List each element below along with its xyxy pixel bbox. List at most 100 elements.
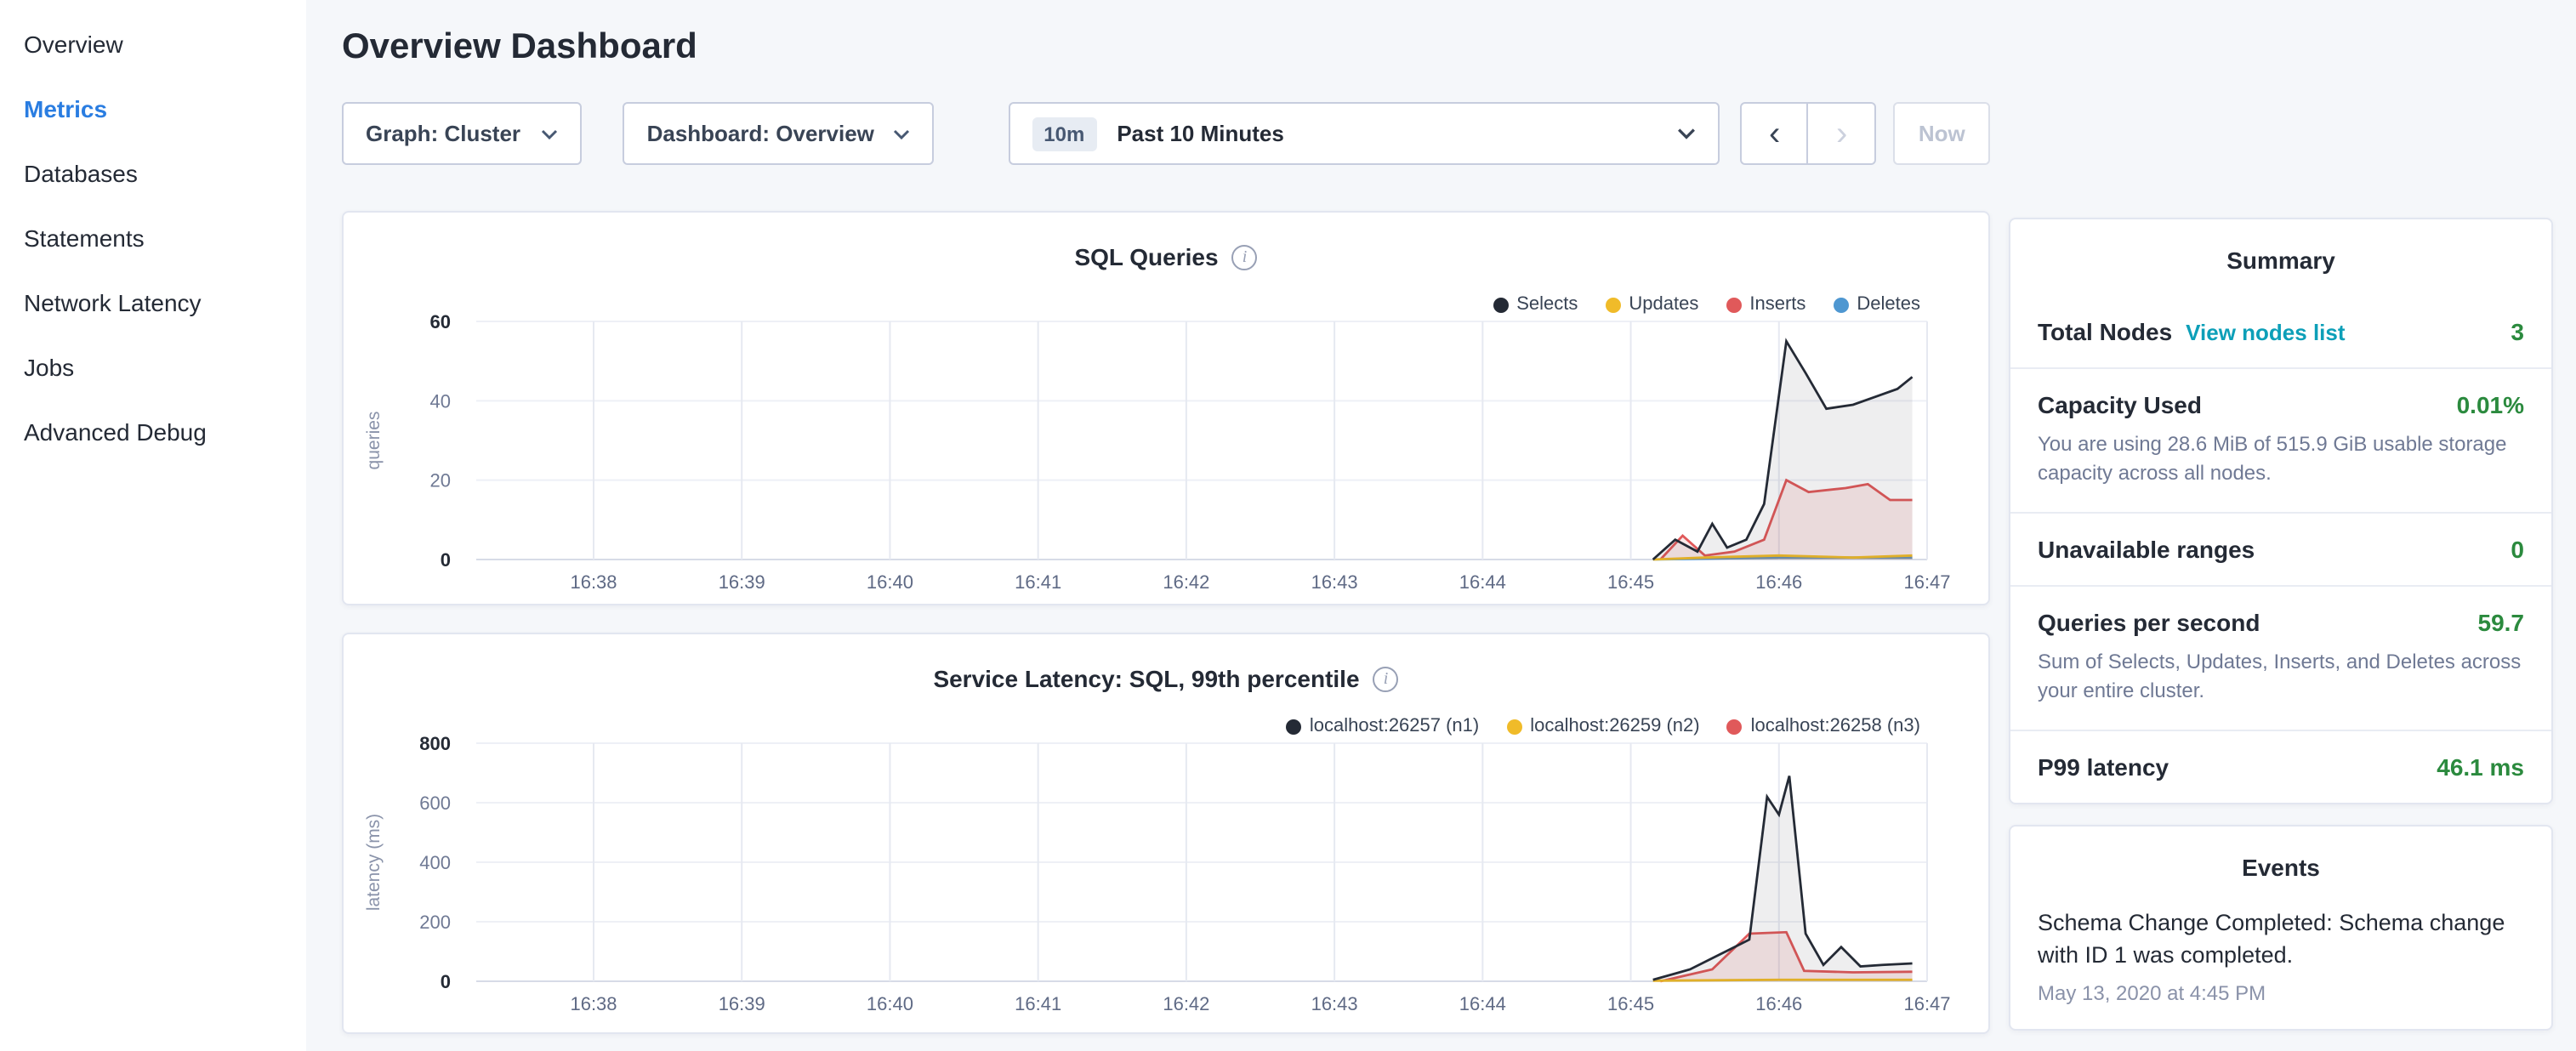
events-title: Events — [2010, 826, 2551, 902]
svg-text:200: 200 — [419, 912, 451, 933]
chevron-down-icon — [1678, 128, 1697, 139]
chevron-left-icon: ‹ — [1769, 116, 1780, 151]
summary-panel: Summary Total Nodes View nodes list 3 Ca… — [2009, 218, 2553, 804]
svg-text:16:40: 16:40 — [867, 571, 913, 593]
svg-text:queries: queries — [364, 412, 384, 470]
svg-text:16:40: 16:40 — [867, 993, 913, 1014]
legend-dot-icon — [1833, 297, 1848, 312]
summary-row-queries-per-second: Queries per second 59.7 Sum of Selects, … — [2010, 585, 2551, 730]
event-timestamp: May 13, 2020 at 4:45 PM — [2038, 980, 2524, 1004]
graph-scope-label: Graph: Cluster — [366, 121, 520, 146]
legend-dot-icon — [1286, 719, 1301, 734]
svg-text:0: 0 — [441, 549, 451, 571]
legend-dot-icon — [1605, 297, 1620, 312]
svg-text:60: 60 — [430, 311, 451, 332]
summary-row-total-nodes: Total Nodes View nodes list 3 — [2010, 296, 2551, 367]
legend-dot-icon — [1726, 297, 1741, 312]
summary-label: P99 latency — [2038, 753, 2169, 780]
summary-value: 46.1 ms — [2437, 753, 2524, 780]
svg-text:latency (ms): latency (ms) — [364, 814, 384, 911]
legend-dot-icon — [1727, 719, 1743, 734]
summary-label: Unavailable ranges — [2038, 536, 2255, 563]
summary-row-unavailable-ranges: Unavailable ranges 0 — [2010, 512, 2551, 585]
toolbar: Graph: Cluster Dashboard: Overview 10m P… — [342, 102, 1990, 165]
summary-label: Capacity Used — [2038, 391, 2202, 418]
sidebar-item-advanced-debug[interactable]: Advanced Debug — [0, 400, 306, 464]
summary-row-capacity-used: Capacity Used 0.01% You are using 28.6 M… — [2010, 367, 2551, 512]
info-icon[interactable] — [1373, 666, 1399, 691]
svg-text:400: 400 — [419, 852, 451, 873]
main-content: Overview Dashboard Graph: Cluster Dashbo… — [306, 0, 1990, 1051]
sidebar-item-metrics[interactable]: Metrics — [0, 77, 306, 141]
svg-text:16:41: 16:41 — [1015, 993, 1061, 1014]
svg-text:16:45: 16:45 — [1607, 993, 1654, 1014]
summary-value: 0 — [2511, 536, 2524, 563]
service-latency-plot: 0 200 400 600 800 16:38 16:39 16:40 16:41 16:42 16… — [344, 733, 1990, 1025]
time-step-buttons: ‹ › — [1741, 102, 1877, 165]
events-panel: Events Schema Change Completed: Schema c… — [2009, 824, 2553, 1030]
svg-text:16:42: 16:42 — [1163, 571, 1209, 593]
svg-text:0: 0 — [441, 971, 451, 992]
svg-text:16:43: 16:43 — [1311, 571, 1358, 593]
view-nodes-link[interactable]: View nodes list — [2186, 320, 2345, 345]
sidebar-item-jobs[interactable]: Jobs — [0, 335, 306, 400]
summary-value: 59.7 — [2478, 609, 2525, 636]
svg-text:16:39: 16:39 — [719, 993, 765, 1014]
svg-text:600: 600 — [419, 793, 451, 814]
chart-title: SQL Queries — [1074, 243, 1218, 270]
dashboard-dropdown[interactable]: Dashboard: Overview — [623, 102, 934, 165]
now-button[interactable]: Now — [1894, 102, 1990, 165]
sidebar-item-statements[interactable]: Statements — [0, 206, 306, 270]
legend-dot-icon — [1506, 719, 1521, 734]
legend-dot-icon — [1493, 297, 1508, 312]
svg-text:16:46: 16:46 — [1755, 571, 1802, 593]
page-title: Overview Dashboard — [342, 27, 1990, 68]
service-latency-chart-card: Service Latency: SQL, 99th percentile lo… — [342, 633, 1990, 1034]
sidebar-item-databases[interactable]: Databases — [0, 141, 306, 206]
chevron-right-icon: › — [1836, 116, 1847, 151]
svg-text:16:44: 16:44 — [1459, 993, 1506, 1014]
svg-text:16:42: 16:42 — [1163, 993, 1209, 1014]
svg-text:16:41: 16:41 — [1015, 571, 1061, 593]
app: Overview Metrics Databases Statements Ne… — [0, 0, 2576, 1051]
svg-text:16:38: 16:38 — [570, 993, 617, 1014]
summary-title: Summary — [2010, 219, 2551, 296]
info-icon[interactable] — [1232, 244, 1258, 270]
chart-title: Service Latency: SQL, 99th percentile — [933, 665, 1359, 692]
summary-row-p99-latency: P99 latency 46.1 ms — [2010, 729, 2551, 802]
sidebar-item-network-latency[interactable]: Network Latency — [0, 270, 306, 335]
dashboard-label: Dashboard: Overview — [647, 121, 874, 146]
svg-text:16:38: 16:38 — [570, 571, 617, 593]
sidebar-item-overview[interactable]: Overview — [0, 12, 306, 77]
svg-text:40: 40 — [430, 390, 451, 412]
svg-text:16:46: 16:46 — [1755, 993, 1802, 1014]
chevron-down-icon — [542, 128, 559, 139]
graph-scope-dropdown[interactable]: Graph: Cluster — [342, 102, 583, 165]
time-range-badge: 10m — [1032, 116, 1096, 151]
event-text: Schema Change Completed: Schema change w… — [2038, 906, 2524, 972]
time-prev-button[interactable]: ‹ — [1741, 102, 1809, 165]
right-sidebar: Summary Total Nodes View nodes list 3 Ca… — [2009, 0, 2553, 1051]
svg-text:16:39: 16:39 — [719, 571, 765, 593]
summary-label: Total Nodes — [2038, 318, 2172, 345]
summary-description: You are using 28.6 MiB of 515.9 GiB usab… — [2038, 430, 2524, 490]
svg-text:800: 800 — [419, 733, 451, 754]
sql-queries-plot: 0 20 40 60 16:38 16:39 16:40 16:41 16:42 16:43 16:… — [344, 311, 1990, 604]
summary-value: 3 — [2511, 318, 2524, 345]
summary-label: Queries per second — [2038, 609, 2260, 636]
svg-text:16:44: 16:44 — [1459, 571, 1506, 593]
summary-value: 0.01% — [2457, 391, 2524, 418]
svg-text:16:45: 16:45 — [1607, 571, 1654, 593]
time-range-picker[interactable]: 10m Past 10 Minutes — [1008, 102, 1720, 165]
chevron-down-icon — [892, 128, 909, 139]
svg-text:16:47: 16:47 — [1903, 571, 1950, 593]
time-next-button[interactable]: › — [1809, 102, 1877, 165]
sidebar: Overview Metrics Databases Statements Ne… — [0, 0, 306, 1051]
sql-queries-chart-card: SQL Queries SelectsUpdatesInsertsDeletes… — [342, 211, 1990, 605]
time-range-label: Past 10 Minutes — [1117, 121, 1657, 146]
charts-column: SQL Queries SelectsUpdatesInsertsDeletes… — [342, 211, 1990, 1034]
svg-text:20: 20 — [430, 470, 451, 491]
event-item[interactable]: Schema Change Completed: Schema change w… — [2010, 902, 2551, 1028]
svg-text:16:47: 16:47 — [1903, 993, 1950, 1014]
svg-text:16:43: 16:43 — [1311, 993, 1358, 1014]
